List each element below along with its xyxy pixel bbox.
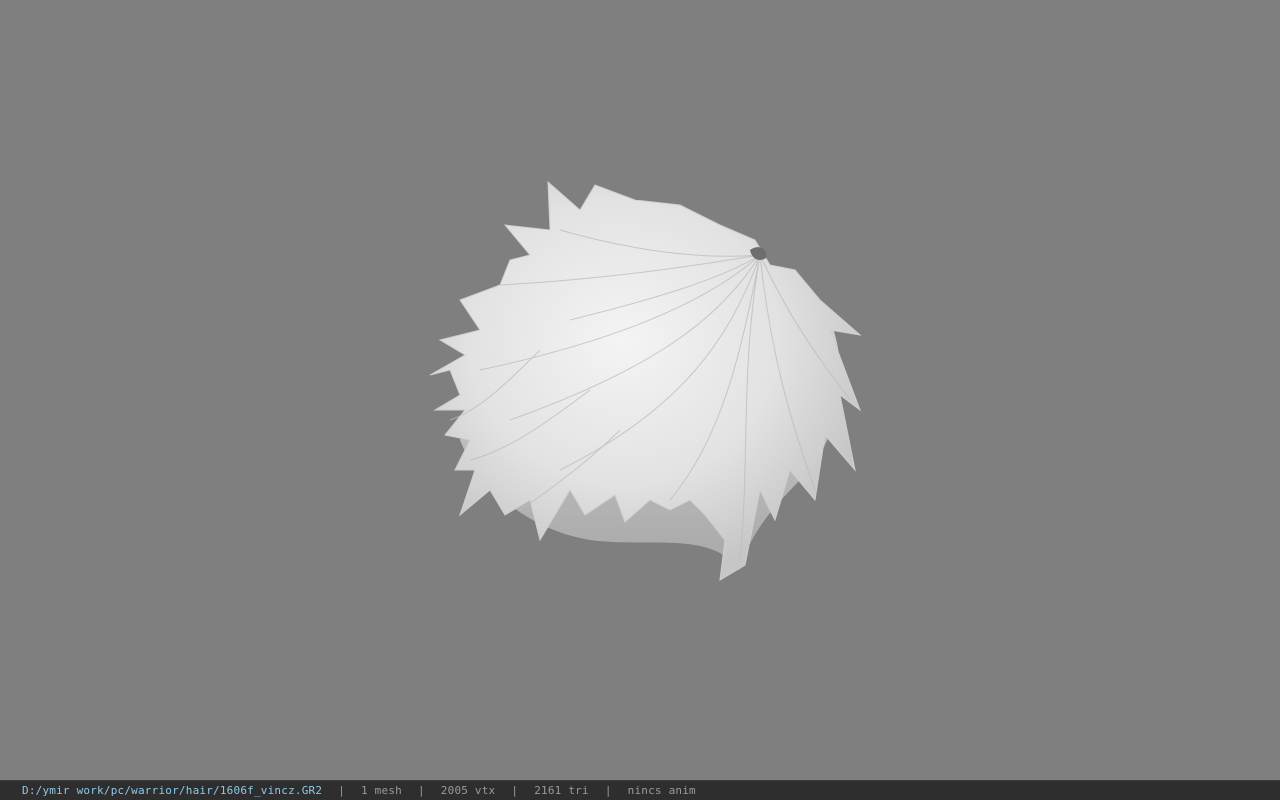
separator: | (338, 784, 346, 797)
mesh-count: 1 mesh (361, 784, 402, 797)
separator: | (417, 784, 425, 797)
hair-model (429, 180, 862, 581)
status-bar: D:/ymir work/pc/warrior/hair/1606f_vincz… (0, 780, 1280, 800)
triangle-count: 2161 tri (534, 784, 589, 797)
separator: | (511, 784, 519, 797)
file-path: D:/ymir work/pc/warrior/hair/1606f_vincz… (22, 784, 323, 797)
vertex-count: 2005 vtx (440, 784, 496, 797)
animation-status: nincs anim (627, 784, 696, 797)
separator: | (604, 784, 612, 797)
3d-viewport[interactable] (0, 0, 1280, 780)
